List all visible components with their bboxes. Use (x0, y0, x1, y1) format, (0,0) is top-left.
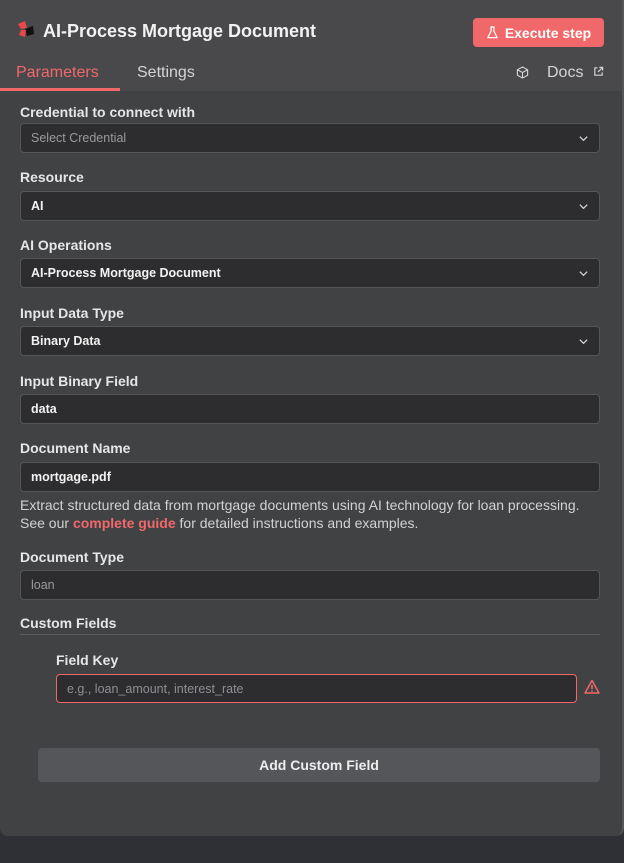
section-divider (20, 634, 600, 635)
flask-icon (487, 26, 498, 39)
resource-select[interactable]: AI (20, 191, 600, 221)
chevron-down-icon (579, 271, 588, 277)
input-type-label: Input Data Type (20, 305, 124, 321)
tab-settings[interactable]: Settings (137, 64, 195, 82)
external-link-icon[interactable] (593, 66, 604, 77)
cube-icon[interactable] (516, 66, 529, 79)
binary-field-label: Input Binary Field (20, 373, 139, 389)
chevron-down-icon (579, 204, 588, 210)
execute-step-button[interactable]: Execute step (473, 18, 604, 47)
operation-value: AI-Process Mortgage Document (31, 266, 221, 280)
operation-description: Extract structured data from mortgage do… (20, 496, 580, 532)
field-key-input[interactable]: e.g., loan_amount, interest_rate (56, 674, 577, 703)
document-type-label: Document Type (20, 549, 124, 565)
page-title: AI-Process Mortgage Document (43, 21, 317, 41)
resource-value: AI (31, 199, 44, 213)
chevron-down-icon (579, 136, 588, 142)
chevron-down-icon (579, 339, 588, 345)
credential-label: Credential to connect with (20, 104, 196, 120)
tab-parameters[interactable]: Parameters (16, 64, 99, 82)
document-type-input[interactable]: loan (20, 570, 600, 600)
execute-step-label: Execute step (504, 24, 592, 41)
field-key-placeholder: e.g., loan_amount, interest_rate (67, 681, 244, 696)
panel-header: AI-Process Mortgage Document Execute ste… (0, 0, 622, 91)
binary-field-input[interactable]: data (20, 394, 600, 424)
field-key-label: Field Key (56, 652, 119, 668)
document-type-value: loan (31, 578, 55, 592)
node-panel: AI-Process Mortgage Document Execute ste… (0, 0, 624, 836)
document-name-label: Document Name (20, 440, 131, 456)
operation-select[interactable]: AI-Process Mortgage Document (20, 258, 600, 288)
resource-label: Resource (20, 169, 84, 185)
custom-fields-label: Custom Fields (20, 615, 117, 631)
credential-value: Select Credential (31, 131, 127, 145)
binary-field-value: data (31, 402, 57, 416)
active-tab-indicator (0, 88, 120, 91)
complete-guide-link[interactable]: complete guide (73, 515, 176, 531)
input-type-value: Binary Data (31, 334, 101, 348)
credential-select[interactable]: Select Credential (20, 123, 600, 153)
description-text-end: for detailed instructions and examples. (175, 515, 419, 531)
document-name-value: mortgage.pdf (31, 470, 111, 484)
add-custom-field-button[interactable]: Add Custom Field (38, 748, 600, 782)
app-logo-icon (18, 21, 34, 37)
operation-label: AI Operations (20, 237, 112, 253)
docs-link[interactable]: Docs (547, 64, 583, 82)
document-name-input[interactable]: mortgage.pdf (20, 462, 600, 492)
warning-icon (584, 679, 600, 694)
input-type-select[interactable]: Binary Data (20, 326, 600, 356)
